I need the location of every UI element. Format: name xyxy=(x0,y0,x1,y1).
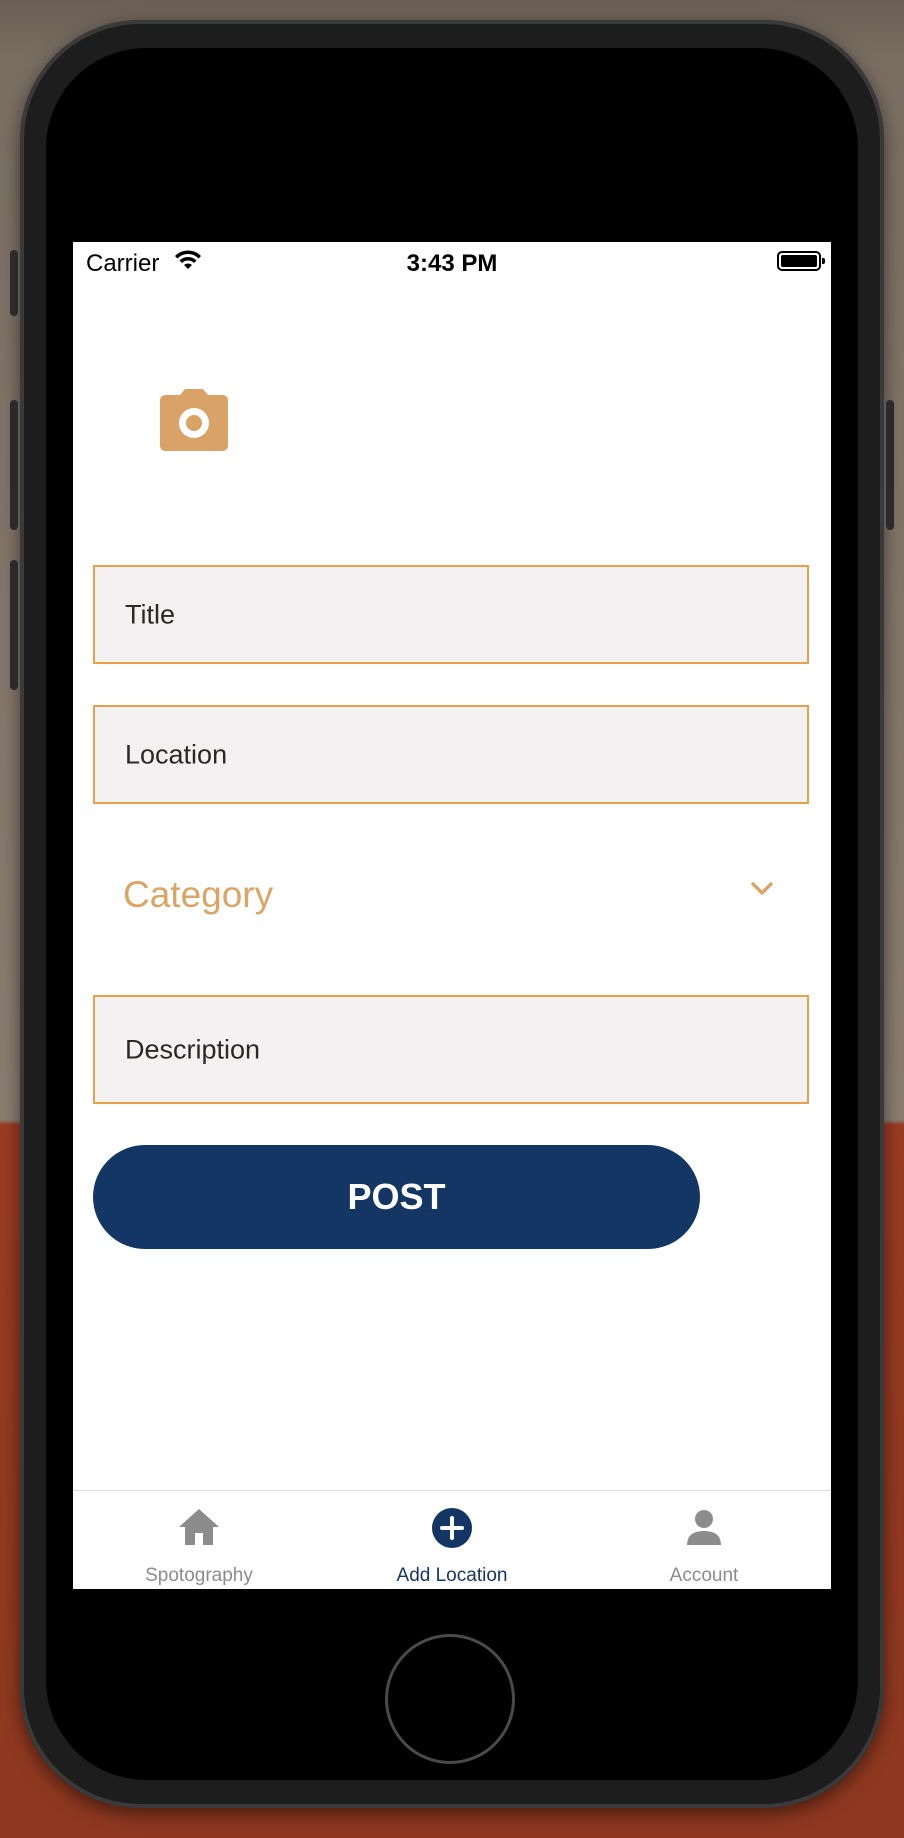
description-field[interactable]: Description xyxy=(93,995,809,1104)
camera-icon[interactable] xyxy=(158,387,230,453)
status-time: 3:43 PM xyxy=(406,250,498,277)
tab-account-label: Account xyxy=(669,1565,739,1586)
tab-bar: Spotography Add Location Account xyxy=(73,1490,831,1589)
status-bar: Carrier 3:43 PM xyxy=(73,242,831,284)
tab-spotography-label: Spotography xyxy=(145,1565,253,1586)
category-dropdown[interactable]: Category xyxy=(93,830,809,960)
category-placeholder: Category xyxy=(123,874,274,915)
post-button[interactable]: POST xyxy=(93,1145,700,1249)
tab-add-location-label: Add Location xyxy=(396,1565,508,1586)
app-screen: Carrier 3:43 PM Title Location Category xyxy=(73,242,831,1589)
silent-switch xyxy=(10,250,18,316)
location-field[interactable]: Location xyxy=(93,705,809,804)
home-button[interactable] xyxy=(385,1634,515,1764)
location-placeholder: Location xyxy=(125,739,228,769)
home-icon xyxy=(177,1507,221,1552)
chevron-down-icon xyxy=(751,882,773,901)
battery-icon xyxy=(777,251,825,271)
title-field[interactable]: Title xyxy=(93,565,809,664)
tab-add-location[interactable]: Add Location xyxy=(326,1491,578,1589)
person-icon xyxy=(684,1507,724,1552)
volume-up-button xyxy=(10,400,18,530)
power-button xyxy=(886,400,894,530)
tab-account[interactable]: Account xyxy=(578,1491,830,1589)
plus-circle-icon xyxy=(431,1507,473,1554)
description-placeholder: Description xyxy=(125,1034,261,1064)
title-placeholder: Title xyxy=(125,599,176,629)
volume-down-button xyxy=(10,560,18,690)
tab-spotography[interactable]: Spotography xyxy=(73,1491,325,1589)
